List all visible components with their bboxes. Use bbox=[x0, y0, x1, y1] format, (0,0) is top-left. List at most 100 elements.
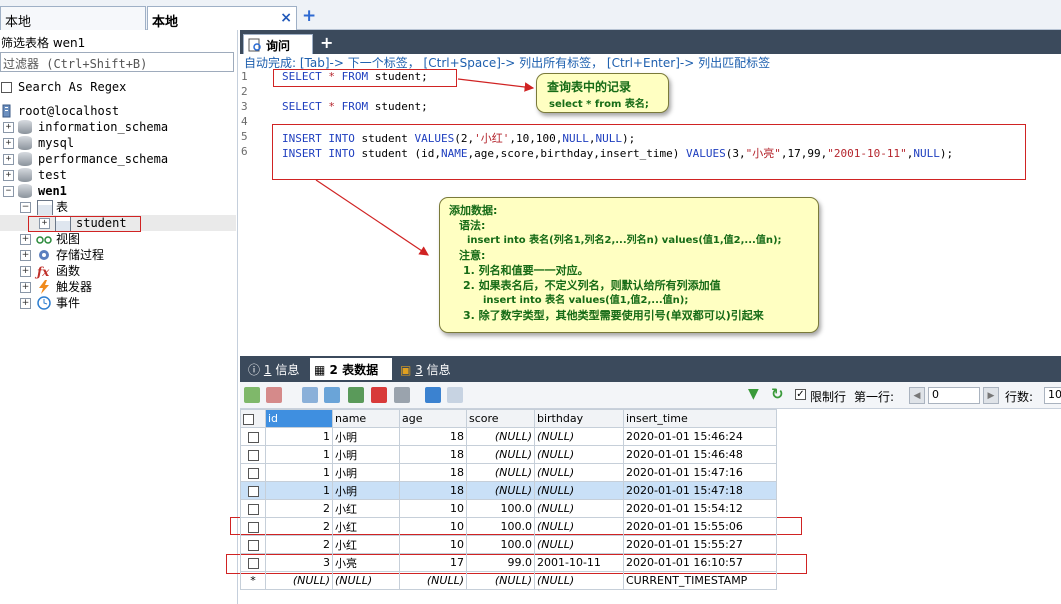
cell-name[interactable]: 小亮 bbox=[332, 553, 400, 572]
cell-insert-time[interactable]: 2020-01-01 15:47:18 bbox=[623, 481, 777, 500]
cell-insert-time[interactable]: CURRENT_TIMESTAMP bbox=[623, 571, 777, 590]
cell-insert-time[interactable]: 2020-01-01 15:55:27 bbox=[623, 535, 777, 554]
cell-score[interactable]: (NULL) bbox=[466, 427, 535, 446]
form-view-icon[interactable] bbox=[447, 387, 463, 403]
table-row[interactable]: 3 小亮 17 99.0 2001-10-11 2020-01-01 16:10… bbox=[240, 553, 777, 572]
row-select-cell[interactable] bbox=[240, 463, 266, 482]
cell-insert-time[interactable]: 2020-01-01 16:10:57 bbox=[623, 553, 777, 572]
cell-score[interactable]: (NULL) bbox=[466, 481, 535, 500]
tab-table-data[interactable]: ▦ 2 表数据 bbox=[310, 358, 392, 380]
cell-age[interactable]: 10 bbox=[399, 517, 467, 536]
row-checkbox[interactable] bbox=[247, 503, 259, 515]
cell-birthday[interactable]: (NULL) bbox=[534, 427, 624, 446]
result-grid[interactable]: id name age score birthday insert_time 1… bbox=[240, 409, 777, 590]
cell-id[interactable]: 2 bbox=[265, 499, 333, 518]
cell-name[interactable]: 小红 bbox=[332, 499, 400, 518]
cell-name[interactable]: (NULL) bbox=[332, 571, 400, 590]
add-row-icon[interactable] bbox=[244, 387, 260, 403]
new-row[interactable]: * (NULL) (NULL) (NULL) (NULL) (NULL) CUR… bbox=[240, 571, 777, 590]
cell-age[interactable]: 18 bbox=[399, 427, 467, 446]
first-row-input[interactable]: 0 bbox=[928, 387, 980, 404]
cell-score[interactable]: (NULL) bbox=[466, 571, 535, 590]
cell-score[interactable]: 100.0 bbox=[466, 517, 535, 536]
cell-age[interactable]: (NULL) bbox=[399, 571, 467, 590]
delete-icon[interactable] bbox=[371, 387, 387, 403]
table-row[interactable]: 2 小红 10 100.0 (NULL) 2020-01-01 15:55:27 bbox=[240, 535, 777, 554]
cell-name[interactable]: 小明 bbox=[332, 481, 400, 500]
cell-score[interactable]: 100.0 bbox=[466, 499, 535, 518]
cell-id[interactable]: 2 bbox=[265, 535, 333, 554]
cell-birthday[interactable]: (NULL) bbox=[534, 499, 624, 518]
cell-name[interactable]: 小红 bbox=[332, 517, 400, 536]
table-row[interactable]: 1 小明 18 (NULL) (NULL) 2020-01-01 15:47:1… bbox=[240, 463, 777, 482]
row-checkbox[interactable] bbox=[247, 485, 259, 497]
duplicate-row-icon[interactable] bbox=[266, 387, 282, 403]
table-row[interactable]: 1 小明 18 (NULL) (NULL) 2020-01-01 15:47:1… bbox=[240, 481, 777, 500]
row-checkbox[interactable] bbox=[247, 449, 259, 461]
row-checkbox[interactable] bbox=[247, 557, 259, 569]
column-header-name[interactable]: name bbox=[332, 409, 400, 428]
row-select-cell[interactable] bbox=[240, 535, 266, 554]
cell-age[interactable]: 17 bbox=[399, 553, 467, 572]
cell-birthday[interactable]: (NULL) bbox=[534, 445, 624, 464]
filter-icon[interactable]: ▼ bbox=[748, 386, 759, 402]
tab-info-3[interactable]: ▣ 3 信息 bbox=[396, 358, 455, 380]
cell-age[interactable]: 18 bbox=[399, 445, 467, 464]
cell-name[interactable]: 小红 bbox=[332, 535, 400, 554]
cell-birthday[interactable]: (NULL) bbox=[534, 535, 624, 554]
table-row[interactable]: 2 小红 10 100.0 (NULL) 2020-01-01 15:54:12 bbox=[240, 499, 777, 518]
cell-id[interactable]: 1 bbox=[265, 463, 333, 482]
cell-id[interactable]: 3 bbox=[265, 553, 333, 572]
cell-age[interactable]: 18 bbox=[399, 481, 467, 500]
cell-insert-time[interactable]: 2020-01-01 15:55:06 bbox=[623, 517, 777, 536]
next-page-button[interactable]: ▶ bbox=[983, 387, 999, 404]
column-header-id[interactable]: id bbox=[265, 409, 333, 428]
row-select-cell[interactable] bbox=[240, 499, 266, 518]
cell-age[interactable]: 10 bbox=[399, 535, 467, 554]
cell-id[interactable]: 1 bbox=[265, 481, 333, 500]
table-row[interactable]: 1 小明 18 (NULL) (NULL) 2020-01-01 15:46:2… bbox=[240, 427, 777, 446]
row-select-cell[interactable] bbox=[240, 553, 266, 572]
cell-id[interactable]: 1 bbox=[265, 445, 333, 464]
refresh-data-icon[interactable] bbox=[348, 387, 364, 403]
select-all-cell[interactable] bbox=[240, 409, 266, 428]
row-select-cell[interactable] bbox=[240, 481, 266, 500]
cell-insert-time[interactable]: 2020-01-01 15:46:48 bbox=[623, 445, 777, 464]
row-select-cell[interactable] bbox=[240, 445, 266, 464]
row-select-cell[interactable] bbox=[240, 517, 266, 536]
cell-name[interactable]: 小明 bbox=[332, 445, 400, 464]
cell-birthday[interactable]: (NULL) bbox=[534, 517, 624, 536]
column-header-insert-time[interactable]: insert_time bbox=[623, 409, 777, 428]
row-checkbox[interactable] bbox=[247, 521, 259, 533]
cell-insert-time[interactable]: 2020-01-01 15:47:16 bbox=[623, 463, 777, 482]
cell-age[interactable]: 18 bbox=[399, 463, 467, 482]
row-checkbox[interactable] bbox=[247, 467, 259, 479]
prev-page-button[interactable]: ◀ bbox=[909, 387, 925, 404]
export-icon[interactable] bbox=[324, 387, 340, 403]
cell-name[interactable]: 小明 bbox=[332, 463, 400, 482]
cancel-icon[interactable] bbox=[394, 387, 410, 403]
reload-icon[interactable]: ↻ bbox=[771, 385, 784, 403]
table-row[interactable]: 2 小红 10 100.0 (NULL) 2020-01-01 15:55:06 bbox=[240, 517, 777, 536]
cell-age[interactable]: 10 bbox=[399, 499, 467, 518]
cell-birthday[interactable]: (NULL) bbox=[534, 481, 624, 500]
cell-score[interactable]: 100.0 bbox=[466, 535, 535, 554]
cell-score[interactable]: (NULL) bbox=[466, 463, 535, 482]
column-header-age[interactable]: age bbox=[399, 409, 467, 428]
cell-name[interactable]: 小明 bbox=[332, 427, 400, 446]
column-header-birthday[interactable]: birthday bbox=[534, 409, 624, 428]
row-select-cell[interactable] bbox=[240, 427, 266, 446]
cell-id[interactable]: 1 bbox=[265, 427, 333, 446]
row-checkbox[interactable] bbox=[247, 539, 259, 551]
column-header-score[interactable]: score bbox=[466, 409, 535, 428]
cell-id[interactable]: (NULL) bbox=[265, 571, 333, 590]
select-all-checkbox[interactable] bbox=[243, 413, 254, 425]
row-checkbox[interactable] bbox=[247, 431, 259, 443]
cell-score[interactable]: (NULL) bbox=[466, 445, 535, 464]
cell-birthday[interactable]: (NULL) bbox=[534, 571, 624, 590]
table-row[interactable]: 1 小明 18 (NULL) (NULL) 2020-01-01 15:46:4… bbox=[240, 445, 777, 464]
cell-insert-time[interactable]: 2020-01-01 15:54:12 bbox=[623, 499, 777, 518]
limit-rows-checkbox[interactable]: ✓ bbox=[795, 389, 806, 400]
cell-id[interactable]: 2 bbox=[265, 517, 333, 536]
tab-info-1[interactable]: ⓘ 1 信息 bbox=[244, 358, 303, 380]
